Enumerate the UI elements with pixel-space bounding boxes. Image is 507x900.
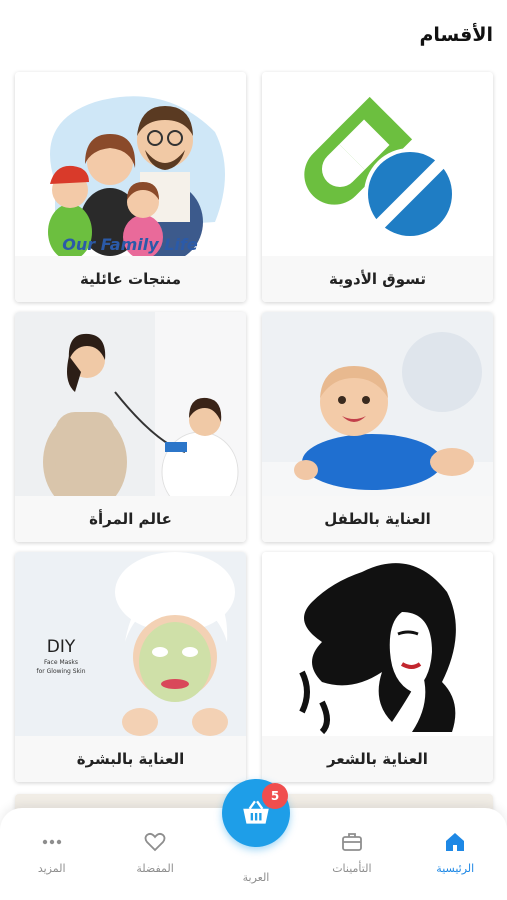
family-products-image: Our Family Life [15, 72, 246, 256]
category-card-hair-care[interactable]: العناية بالشعر [262, 552, 493, 782]
home-icon [446, 833, 465, 851]
page-title: الأقسام [419, 24, 494, 46]
nav-insurance[interactable]: التأمينات [312, 830, 392, 875]
nav-more[interactable]: المزيد [12, 830, 92, 875]
categories-grid: Our Family Life منتجات عائلية تسوق الأدو… [15, 72, 493, 782]
nav-favorites[interactable]: المفضلة [115, 830, 195, 875]
category-label: العناية بالبشرة [15, 736, 246, 782]
category-label: تسوق الأدوية [262, 256, 493, 302]
heart-icon [144, 832, 166, 852]
baby-care-image [262, 312, 493, 496]
nav-home-label: الرئيسية [436, 862, 475, 875]
svg-text:Face Masks: Face Masks [44, 659, 78, 666]
skin-care-image: DIY Face Masks for Glowing Skin [15, 552, 246, 736]
cart-count-badge: 5 [262, 783, 288, 809]
category-label: العناية بالشعر [262, 736, 493, 782]
category-card-skin-care[interactable]: DIY Face Masks for Glowing Skin العناية … [15, 552, 246, 782]
nav-insurance-label: التأمينات [332, 862, 372, 875]
category-card-womens-world[interactable]: عالم المرأة [15, 312, 246, 542]
womens-world-image [15, 312, 246, 496]
diy-text: DIY [47, 637, 76, 657]
svg-text:for Glowing Skin: for Glowing Skin [37, 668, 86, 675]
briefcase-icon [341, 833, 362, 851]
category-card-medicines[interactable]: تسوق الأدوية [262, 72, 493, 302]
nav-more-label: المزيد [37, 862, 66, 875]
hair-care-image [262, 552, 493, 736]
nav-cart-label[interactable]: العربة [222, 871, 290, 884]
category-label: العناية بالطفل [262, 496, 493, 542]
nav-home[interactable]: الرئيسية [415, 830, 495, 875]
category-label: منتجات عائلية [15, 256, 246, 302]
category-card-baby-care[interactable]: العناية بالطفل [262, 312, 493, 542]
family-life-logo-text: Our Family Life [62, 235, 198, 254]
more-dots-icon [42, 839, 61, 845]
nav-favorites-label: المفضلة [136, 862, 174, 875]
medicines-image [262, 72, 493, 256]
category-label: عالم المرأة [15, 496, 246, 542]
category-card-family-products[interactable]: Our Family Life منتجات عائلية [15, 72, 246, 302]
